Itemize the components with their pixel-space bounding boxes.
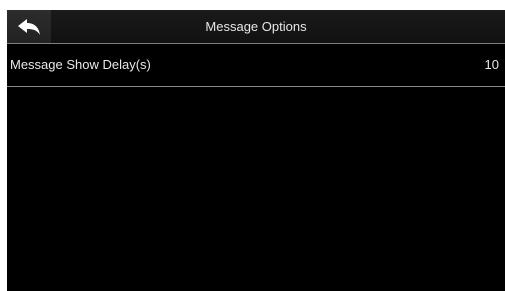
setting-value: 10: [484, 57, 499, 72]
setting-row-message-show-delay[interactable]: Message Show Delay(s) 10: [7, 44, 505, 87]
page-title: Message Options: [205, 19, 307, 34]
setting-label: Message Show Delay(s): [10, 57, 151, 72]
title-bar: Message Options: [7, 10, 505, 44]
screen: Message Options Message Show Delay(s) 10: [7, 10, 505, 291]
